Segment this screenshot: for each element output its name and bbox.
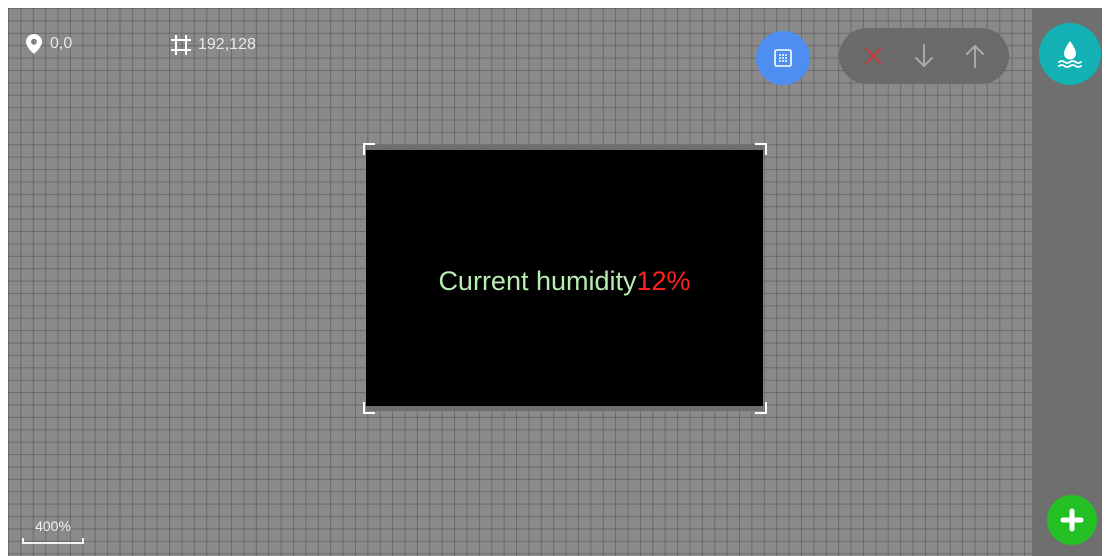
resize-handle-bottom-right[interactable] <box>755 402 767 414</box>
resize-handle-top-left[interactable] <box>363 143 375 155</box>
close-icon <box>864 47 881 65</box>
position-readout: 0,0 <box>26 34 72 54</box>
delete-element-button[interactable] <box>853 36 893 76</box>
humidity-value: 12% <box>636 266 691 296</box>
add-element-button[interactable] <box>1047 495 1097 545</box>
element-order-controls <box>839 28 1009 84</box>
resize-handle-bottom-left[interactable] <box>363 402 375 414</box>
humidity-widget-button[interactable] <box>1039 23 1101 85</box>
zoom-level: 400% <box>35 518 71 534</box>
humidity-label: Current humidity <box>438 266 637 296</box>
editor-app: 0,0 192,128 Current humidity12% 400% <box>0 0 1110 556</box>
crop-size-icon <box>171 35 191 55</box>
grid-snap-icon <box>774 49 792 67</box>
zoom-scale-bar <box>22 538 84 544</box>
size-readout: 192,128 <box>170 34 256 56</box>
arrow-up-icon <box>966 45 985 68</box>
arrow-down-icon <box>914 44 933 67</box>
resize-handle-top-right[interactable] <box>755 143 767 155</box>
plus-icon <box>1060 508 1084 532</box>
move-up-button[interactable] <box>955 36 995 76</box>
size-value: 192,128 <box>198 36 256 53</box>
screen-preview[interactable]: Current humidity12% <box>366 145 763 411</box>
water-drop-icon <box>1058 41 1082 68</box>
right-side-panel <box>1032 8 1102 556</box>
map-pin-icon <box>26 34 42 54</box>
grid-snap-button[interactable] <box>756 31 810 85</box>
move-down-button[interactable] <box>904 36 944 76</box>
position-value: 0,0 <box>50 35 73 52</box>
screen-text: Current humidity12% <box>366 266 763 297</box>
